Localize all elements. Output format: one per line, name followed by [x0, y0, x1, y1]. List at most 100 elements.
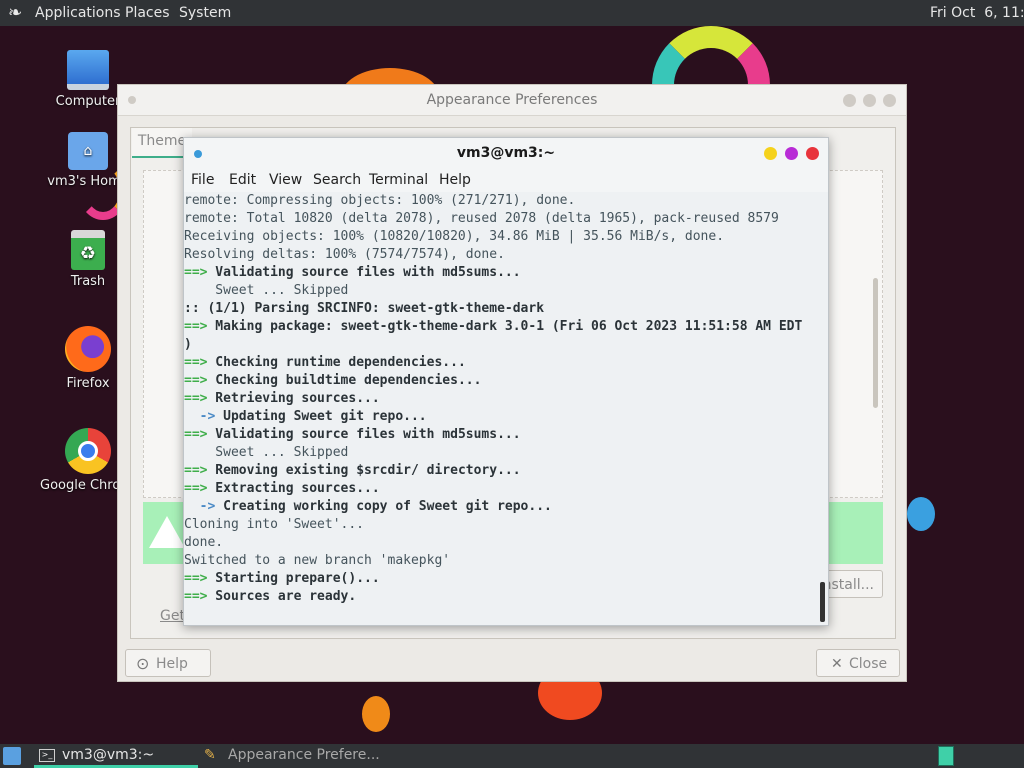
terminal-title: vm3@vm3:~ [456, 145, 556, 161]
terminal-minimize-button[interactable] [764, 147, 777, 160]
terminal-line: ) [184, 336, 192, 354]
terminal-line: ==> Retrieving sources... [184, 390, 380, 408]
terminal-line: :: (1/1) Parsing SRCINFO: sweet-gtk-them… [184, 300, 544, 318]
line-text: done. [184, 535, 224, 550]
line-prefix: ==> [184, 355, 208, 370]
menu-edit[interactable]: Edit [229, 172, 256, 188]
menu-applications[interactable]: Applications [35, 5, 121, 21]
terminal-line: ==> Sources are ready. [184, 588, 356, 606]
menu-help[interactable]: Help [439, 172, 471, 188]
terminal-maximize-button[interactable] [785, 147, 798, 160]
menu-places[interactable]: Places [125, 5, 170, 21]
terminal-line: remote: Compressing objects: 100% (271/2… [184, 192, 575, 210]
line-text: Validating source files with md5sums... [207, 427, 521, 442]
wallpaper-blue-dot [907, 497, 935, 531]
terminal-line: ==> Validating source files with md5sums… [184, 264, 521, 282]
terminal-line: ==> Checking buildtime dependencies... [184, 372, 481, 390]
terminal-icon: >_ [39, 749, 55, 762]
terminal-menu-dot[interactable] [194, 150, 202, 158]
terminal-line: Receiving objects: 100% (10820/10820), 3… [184, 228, 724, 246]
line-prefix: -> [184, 409, 216, 424]
clock[interactable]: Fri Oct 6, 11:52 [930, 5, 1024, 21]
line-prefix: ==> [184, 427, 208, 442]
terminal-line: ==> Validating source files with md5sums… [184, 426, 521, 444]
minimize-button[interactable] [843, 94, 856, 107]
terminal-line: Sweet ... Skipped [184, 282, 348, 300]
close-button[interactable]: ✕ Close [816, 649, 900, 677]
firefox-icon [65, 326, 111, 372]
trash-icon: ♻ [71, 230, 105, 270]
line-prefix: ==> [184, 319, 208, 334]
line-prefix: ==> [184, 481, 208, 496]
line-text: Validating source files with md5sums... [207, 265, 521, 280]
help-button[interactable]: ⊙ Help [125, 649, 211, 677]
bottom-taskbar: >_ vm3@vm3:~ ✎ Appearance Prefere... [0, 744, 1024, 768]
line-text: Retrieving sources... [207, 391, 380, 406]
line-text: remote: Total 10820 (delta 2078), reused… [184, 211, 779, 226]
terminal-line: Switched to a new branch 'makepkg' [184, 552, 450, 570]
menu-view[interactable]: View [269, 172, 302, 188]
line-text: Sources are ready. [207, 589, 357, 604]
line-text: Creating working copy of Sweet git repo.… [215, 499, 552, 514]
appearance-icon: ✎ [204, 747, 216, 763]
terminal-line: -> Creating working copy of Sweet git re… [184, 498, 552, 516]
line-prefix: ==> [184, 265, 208, 280]
terminal-line: done. [184, 534, 223, 552]
top-panel: ❧ Applications Places System Fri Oct 6, … [0, 0, 1024, 26]
terminal-output[interactable]: remote: Compressing objects: 100% (271/2… [184, 192, 820, 625]
line-text: Making package: sweet-gtk-theme-dark 3.0… [207, 319, 803, 334]
line-text: Sweet ... Skipped [184, 283, 349, 298]
terminal-window: vm3@vm3:~ File Edit View Search Terminal… [183, 137, 829, 626]
terminal-line: remote: Total 10820 (delta 2078), reused… [184, 210, 779, 228]
desktop-icon-label: Google Chrome [40, 478, 120, 493]
terminal-titlebar[interactable]: vm3@vm3:~ [184, 138, 828, 168]
show-desktop-icon[interactable] [3, 747, 21, 765]
terminal-menubar: File Edit View Search Terminal Help [184, 168, 828, 192]
line-text: Checking buildtime dependencies... [207, 373, 482, 388]
terminal-line: -> Updating Sweet git repo... [184, 408, 427, 426]
terminal-scrollbar-thumb[interactable] [820, 582, 825, 622]
appearance-titlebar[interactable]: Appearance Preferences [118, 85, 906, 116]
computer-icon [67, 50, 109, 90]
home-folder-icon: ⌂ [68, 132, 108, 170]
task-label: Appearance Prefere... [228, 747, 380, 763]
close-icon: ✕ [831, 656, 843, 672]
maximize-button[interactable] [863, 94, 876, 107]
line-text: :: (1/1) Parsing SRCINFO: sweet-gtk-them… [184, 301, 545, 316]
line-text: Extracting sources... [207, 481, 380, 496]
menu-terminal[interactable]: Terminal [369, 172, 428, 188]
line-prefix: ==> [184, 571, 208, 586]
menu-system[interactable]: System [179, 5, 231, 21]
line-text: Cloning into 'Sweet'... [184, 517, 365, 532]
menu-file[interactable]: File [191, 172, 214, 188]
terminal-line: ==> Starting prepare()... [184, 570, 380, 588]
get-more-themes-link[interactable]: Get [160, 608, 185, 624]
line-text: Switched to a new branch 'makepkg' [184, 553, 451, 568]
task-label: vm3@vm3:~ [62, 747, 155, 763]
terminal-line: ==> Removing existing $srcdir/ directory… [184, 462, 521, 480]
terminal-line: Resolving deltas: 100% (7574/7574), done… [184, 246, 505, 264]
line-text: Starting prepare()... [207, 571, 380, 586]
gnome-foot-icon[interactable]: ❧ [8, 3, 22, 23]
wallpaper-orange-dot-bottom [362, 696, 390, 732]
terminal-close-button[interactable] [806, 147, 819, 160]
line-prefix: -> [184, 499, 216, 514]
window-title: Appearance Preferences [426, 92, 598, 108]
theme-list-scrollbar[interactable] [873, 278, 878, 408]
terminal-line: Cloning into 'Sweet'... [184, 516, 364, 534]
chrome-icon [65, 428, 111, 474]
line-text: Removing existing $srcdir/ directory... [207, 463, 521, 478]
workspace-switcher[interactable] [938, 746, 954, 766]
task-appearance[interactable]: ✎ Appearance Prefere... [200, 744, 400, 768]
terminal-line: ==> Checking runtime dependencies... [184, 354, 466, 372]
terminal-line: Sweet ... Skipped [184, 444, 348, 462]
window-menu-dot[interactable] [128, 96, 136, 104]
close-window-button[interactable] [883, 94, 896, 107]
menu-search[interactable]: Search [313, 172, 361, 188]
line-text: Receiving objects: 100% (10820/10820), 3… [184, 229, 725, 244]
terminal-line: ==> Extracting sources... [184, 480, 380, 498]
line-text: Sweet ... Skipped [184, 445, 349, 460]
task-terminal[interactable]: >_ vm3@vm3:~ [34, 744, 198, 768]
line-text: Checking runtime dependencies... [207, 355, 466, 370]
warning-icon [149, 516, 185, 548]
